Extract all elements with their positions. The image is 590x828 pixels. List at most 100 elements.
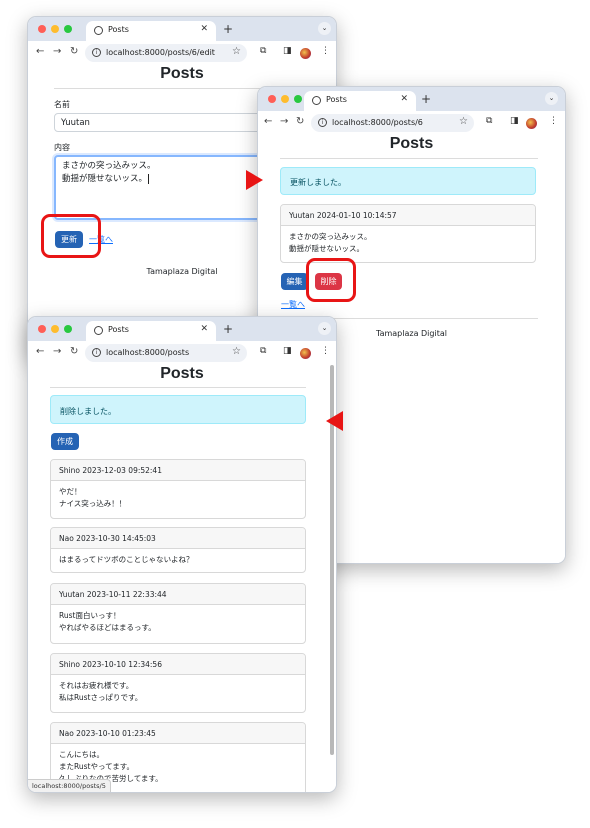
- post-line: それはお疲れ様です。: [59, 681, 134, 690]
- left-pointing-arrow-icon: [326, 411, 343, 431]
- reload-icon[interactable]: ↻: [296, 116, 304, 127]
- globe-icon: [94, 26, 103, 35]
- close-window-button[interactable]: [268, 95, 276, 103]
- post-line: 動揺が隠せないッス。: [289, 244, 364, 253]
- create-button[interactable]: 作成: [51, 433, 79, 450]
- post-line: またRustやってます。: [59, 762, 134, 771]
- back-arrow-icon[interactable]: ←: [36, 46, 44, 57]
- kebab-menu-icon[interactable]: ⋮: [549, 116, 558, 126]
- sidepanel-icon[interactable]: ◨: [510, 116, 519, 126]
- profile-avatar-icon[interactable]: [300, 48, 311, 59]
- post-card-header: Nao 2023-10-30 14:45:03: [51, 528, 305, 549]
- close-icon[interactable]: ✕: [200, 324, 208, 334]
- post-card[interactable]: Shino 2023-10-10 12:34:56 それはお疲れ様です。 私はR…: [50, 653, 306, 713]
- kebab-menu-icon[interactable]: ⋮: [321, 46, 330, 56]
- tab-strip: Posts ✕ + ⌄: [28, 317, 336, 341]
- site-info-icon[interactable]: i: [92, 348, 101, 357]
- page-title: Posts: [160, 65, 204, 82]
- post-card-body: それはお疲れ様です。 私はRustさっぱりです。: [59, 680, 299, 704]
- address-url: localhost:8000/posts/6: [332, 118, 423, 127]
- post-line: はまるってドツボのことじゃないよね？: [59, 555, 194, 564]
- delete-alert: 削除しました。: [50, 395, 306, 424]
- address-bar[interactable]: i localhost:8000/posts ☆: [85, 344, 247, 362]
- delete-button-highlight: [306, 258, 356, 302]
- window-controls: [268, 95, 302, 103]
- post-card[interactable]: Nao 2023-10-30 14:45:03 はまるってドツボのことじゃないよ…: [50, 527, 306, 573]
- tab-title: Posts: [108, 25, 129, 34]
- address-bar[interactable]: i localhost:8000/posts/6 ☆: [311, 114, 474, 132]
- edit-button[interactable]: 編集: [281, 273, 308, 290]
- back-arrow-icon[interactable]: ←: [36, 346, 44, 357]
- post-card-body: Rust面白いっす！ やればやるほどはまるっす。: [59, 610, 299, 634]
- alert-message: 削除しました。: [60, 407, 116, 416]
- browser-tab[interactable]: Posts ✕: [304, 91, 416, 111]
- update-button-highlight: [41, 214, 101, 258]
- tab-search-button[interactable]: ⌄: [318, 322, 331, 335]
- back-to-list-link[interactable]: 一覧へ: [281, 299, 305, 310]
- bookmark-star-icon[interactable]: ☆: [459, 116, 468, 127]
- post-card[interactable]: Shino 2023-12-03 09:52:41 やだ！ ナイス突っ込み！！: [50, 459, 306, 519]
- tab-search-button[interactable]: ⌄: [545, 92, 558, 105]
- close-icon[interactable]: ✕: [200, 24, 208, 34]
- zoom-window-button[interactable]: [64, 25, 72, 33]
- forward-arrow-icon[interactable]: →: [53, 46, 61, 57]
- post-card-header: Shino 2023-12-03 09:52:41: [51, 460, 305, 481]
- right-pointing-arrow-icon: [246, 170, 263, 190]
- name-label: 名前: [54, 100, 70, 109]
- post-card[interactable]: Yuutan 2023-10-11 22:33:44 Rust面白いっす！ やれ…: [50, 583, 306, 644]
- close-window-button[interactable]: [38, 325, 46, 333]
- tab-title: Posts: [326, 95, 347, 104]
- post-line: こんにちは。: [59, 750, 104, 759]
- minimize-window-button[interactable]: [51, 325, 59, 333]
- forward-arrow-icon[interactable]: →: [53, 346, 61, 357]
- minimize-window-button[interactable]: [281, 95, 289, 103]
- browser-toolbar: ← → ↻ i localhost:8000/posts/6/edit ☆ ⧉ …: [28, 41, 336, 66]
- close-window-button[interactable]: [38, 25, 46, 33]
- sidepanel-icon[interactable]: ◨: [283, 346, 292, 356]
- reload-icon[interactable]: ↻: [70, 346, 78, 357]
- post-card-body: まさかの突っ込みッス。 動揺が隠せないッス。: [289, 231, 529, 255]
- post-card-body: はまるってドツボのことじゃないよね？: [59, 554, 299, 566]
- post-line: やればやるほどはまるっす。: [59, 623, 156, 632]
- window-controls: [38, 325, 72, 333]
- reload-icon[interactable]: ↻: [70, 46, 78, 57]
- minimize-window-button[interactable]: [51, 25, 59, 33]
- post-line: 私はRustさっぱりです。: [59, 693, 143, 702]
- globe-icon: [312, 96, 321, 105]
- name-field-value: Yuutan: [61, 118, 90, 128]
- extensions-icon[interactable]: ⧉: [260, 46, 266, 56]
- post-card: Yuutan 2024-01-10 10:14:57 まさかの突っ込みッス。 動…: [280, 204, 536, 263]
- profile-avatar-icon[interactable]: [526, 118, 537, 129]
- browser-tab[interactable]: Posts ✕: [86, 321, 216, 341]
- address-url: localhost:8000/posts: [106, 348, 190, 357]
- post-author-date: Nao 2023-10-30 14:45:03: [59, 534, 156, 543]
- browser-tab[interactable]: Posts ✕: [86, 21, 216, 41]
- bookmark-star-icon[interactable]: ☆: [232, 346, 241, 357]
- browser-toolbar: ← → ↻ i localhost:8000/posts/6 ☆ ⧉ ◨ ⋮: [258, 111, 565, 136]
- site-info-icon[interactable]: i: [92, 48, 101, 57]
- post-card-body: やだ！ ナイス突っ込み！！: [59, 486, 299, 510]
- back-arrow-icon[interactable]: ←: [264, 116, 272, 127]
- extensions-icon[interactable]: ⧉: [260, 346, 266, 356]
- address-bar[interactable]: i localhost:8000/posts/6/edit ☆: [85, 44, 247, 62]
- site-info-icon[interactable]: i: [318, 118, 327, 127]
- post-line: やだ！: [59, 487, 82, 496]
- new-tab-button[interactable]: +: [421, 92, 431, 106]
- tab-search-button[interactable]: ⌄: [318, 22, 331, 35]
- profile-avatar-icon[interactable]: [300, 348, 311, 359]
- kebab-menu-icon[interactable]: ⋮: [321, 346, 330, 356]
- page-title: Posts: [160, 365, 204, 382]
- extensions-icon[interactable]: ⧉: [486, 116, 492, 126]
- post-author-date: Yuutan 2023-10-11 22:33:44: [59, 590, 167, 599]
- zoom-window-button[interactable]: [64, 325, 72, 333]
- sidepanel-icon[interactable]: ◨: [283, 46, 292, 56]
- forward-arrow-icon[interactable]: →: [280, 116, 288, 127]
- zoom-window-button[interactable]: [294, 95, 302, 103]
- new-tab-button[interactable]: +: [223, 322, 233, 336]
- alert-message: 更新しました。: [290, 178, 346, 187]
- close-icon[interactable]: ✕: [400, 94, 408, 104]
- bookmark-star-icon[interactable]: ☆: [232, 46, 241, 57]
- index-browser-window: Posts ✕ + ⌄ ← → ↻ i localhost:8000/posts…: [27, 316, 337, 793]
- post-card-header: Yuutan 2023-10-11 22:33:44: [51, 584, 305, 605]
- new-tab-button[interactable]: +: [223, 22, 233, 36]
